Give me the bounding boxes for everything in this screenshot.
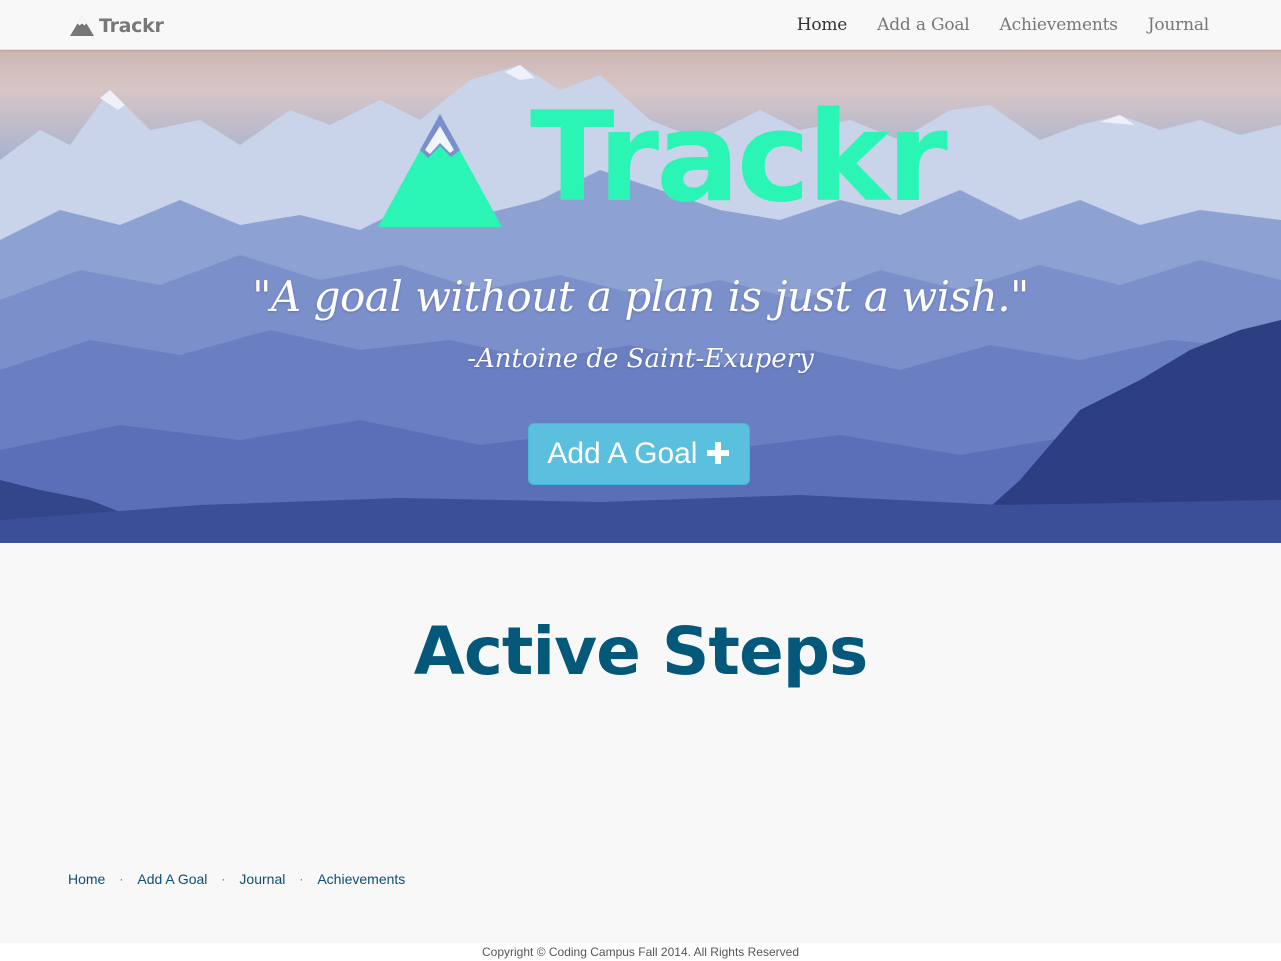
hero-mountain-logo-icon <box>378 112 503 228</box>
hero-quote: "A goal without a plan is just a wish." <box>252 272 1029 321</box>
footer-link-journal[interactable]: Journal <box>239 871 285 887</box>
brand-link[interactable]: Trackr <box>69 12 164 40</box>
footer-link-home[interactable]: Home <box>68 871 105 887</box>
main-nav: Home Add a Goal Achievements Journal <box>767 0 1209 50</box>
footer-link-add-goal[interactable]: Add A Goal <box>137 871 207 887</box>
hero-title: Trackr <box>530 86 948 230</box>
brand-name: Trackr <box>99 15 164 37</box>
add-goal-button-label: Add A Goal <box>547 437 698 470</box>
nav-add-goal[interactable]: Add a Goal <box>877 15 970 35</box>
footer-nav: Home · Add A Goal · Journal · Achievemen… <box>68 871 405 887</box>
hero-quote-author: -Antoine de Saint-Exupery <box>467 344 814 374</box>
nav-achievements[interactable]: Achievements <box>1000 15 1118 35</box>
hero-banner: Trackr "A goal without a plan is just a … <box>0 50 1281 543</box>
mountain-logo-icon <box>69 15 95 37</box>
footer-separator: · <box>221 872 226 886</box>
navbar: Trackr Home Add a Goal Achievements Jour… <box>0 0 1281 50</box>
copyright-text: Copyright © Coding Campus Fall 2014. All… <box>0 943 1281 961</box>
nav-home[interactable]: Home <box>797 15 848 35</box>
active-steps-heading: Active Steps <box>413 613 869 690</box>
footer-separator: · <box>119 872 124 886</box>
add-goal-button[interactable]: Add A Goal ✚ <box>528 423 750 485</box>
footer-separator: · <box>299 872 304 886</box>
plus-icon: ✚ <box>705 436 731 472</box>
nav-journal[interactable]: Journal <box>1148 15 1209 35</box>
footer-link-achievements[interactable]: Achievements <box>317 871 405 887</box>
